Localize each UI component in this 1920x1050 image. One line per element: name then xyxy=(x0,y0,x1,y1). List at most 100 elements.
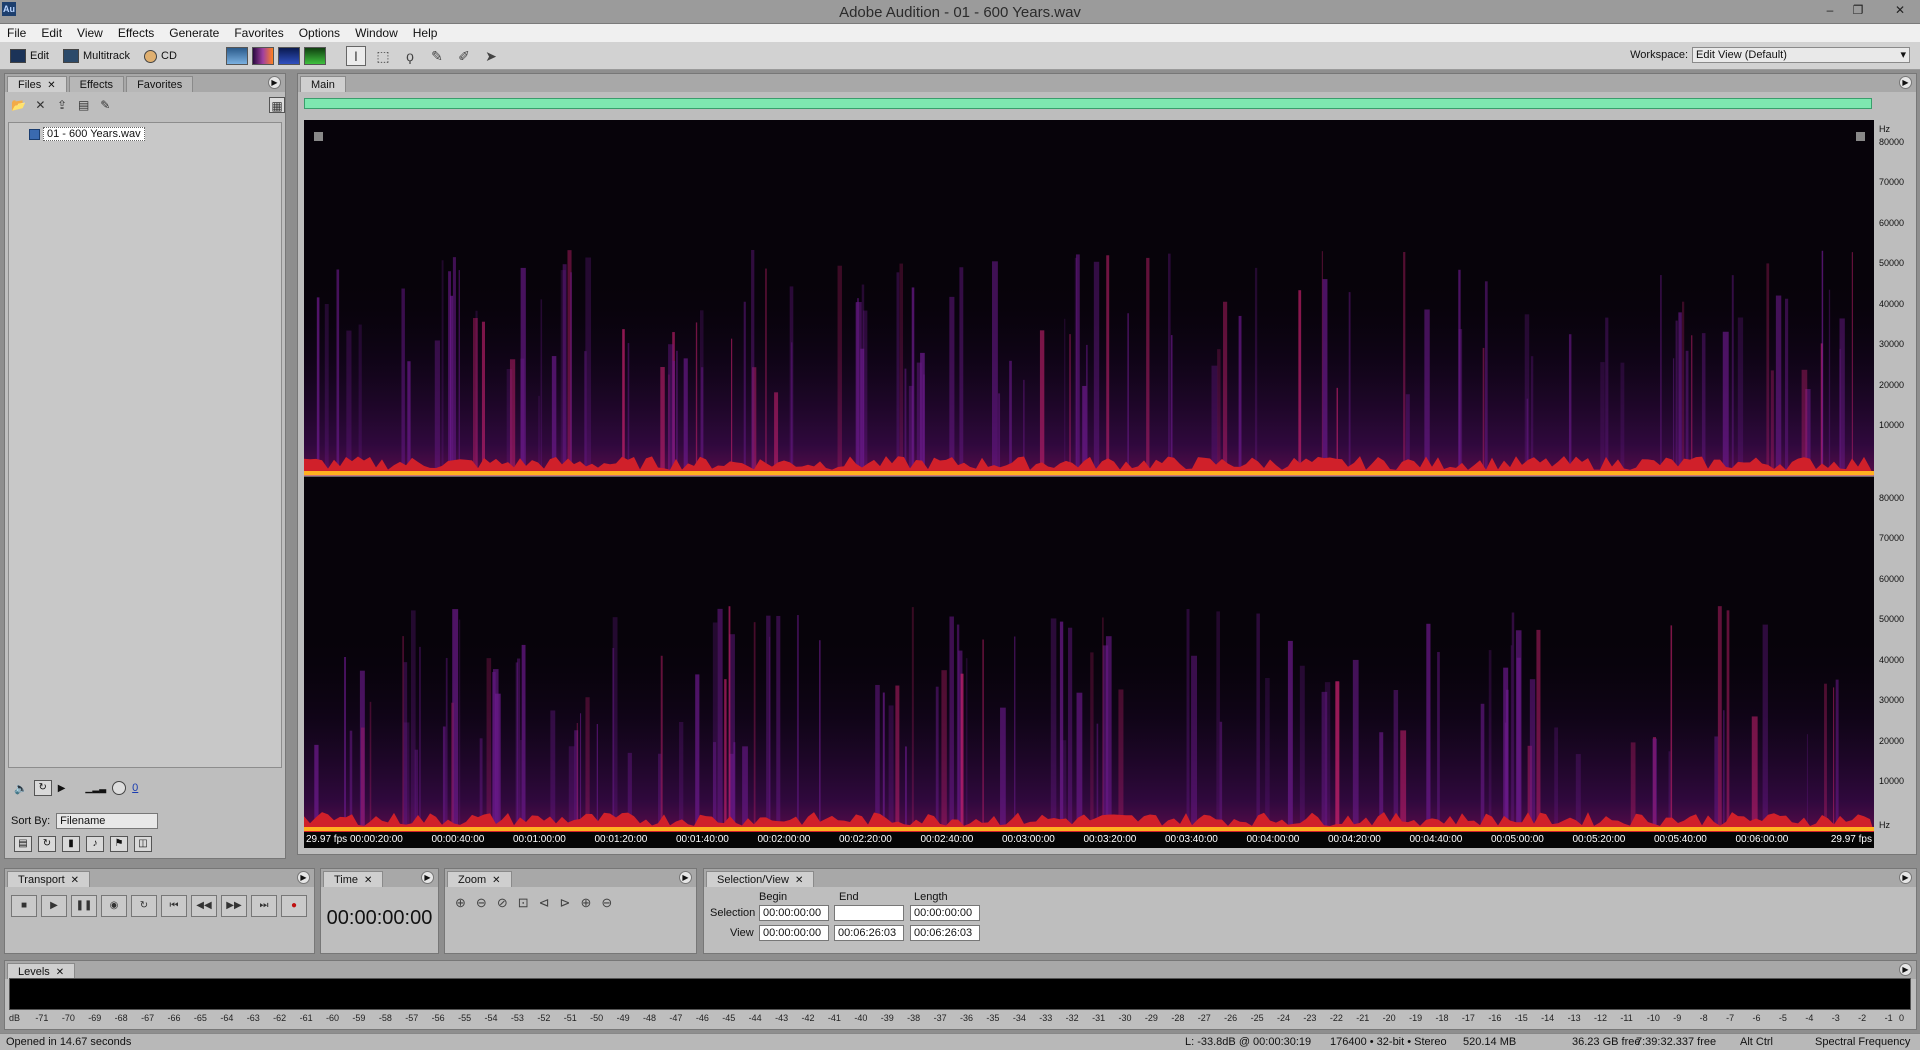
level-scale-label: -27 xyxy=(1197,1013,1211,1023)
close-tab-icon[interactable]: ✕ xyxy=(364,875,372,886)
scrub-tool-icon[interactable]: ➤ xyxy=(481,46,501,66)
menu-options[interactable]: Options xyxy=(292,26,348,40)
zoom-out-full-icon[interactable]: ⊘ xyxy=(497,895,508,911)
go-to-end-icon[interactable]: ⏭ xyxy=(251,895,277,917)
rewind-icon[interactable]: ◀◀ xyxy=(191,895,217,917)
zoom-corner-right-icon[interactable] xyxy=(1856,132,1865,141)
close-tab-icon[interactable]: ✕ xyxy=(47,80,55,91)
menu-file[interactable]: File xyxy=(0,26,34,40)
zoom-in-horizontal-icon[interactable]: ⊕ xyxy=(455,895,466,911)
spot-healing-brush-tool-icon[interactable]: ✐ xyxy=(454,46,474,66)
speaker-icon[interactable]: 🔈 xyxy=(14,782,28,795)
tab-effects[interactable]: Effects xyxy=(68,76,125,92)
level-scale-label: -40 xyxy=(854,1013,868,1023)
menu-effects[interactable]: Effects xyxy=(111,26,162,40)
zoom-out-vertical-icon[interactable]: ⊖ xyxy=(601,895,612,911)
stop-icon[interactable]: ■ xyxy=(11,895,37,917)
show-full-paths-icon[interactable]: ⚑ xyxy=(110,836,128,852)
zoom-to-left-icon[interactable]: ⊲ xyxy=(539,895,550,911)
tab-zoom[interactable]: Zoom ✕ xyxy=(447,871,512,887)
tab-favorites[interactable]: Favorites xyxy=(126,76,194,92)
marquee-selection-tool-icon[interactable]: ⬚ xyxy=(373,46,393,66)
panel-menu-icon[interactable]: ▶ xyxy=(1899,76,1912,89)
panel-menu-icon[interactable]: ▶ xyxy=(1899,871,1912,884)
close-icon[interactable]: ✕ xyxy=(1890,2,1910,18)
zoom-to-selection-icon[interactable]: ⊡ xyxy=(518,895,529,911)
panel-menu-icon[interactable]: ▶ xyxy=(268,76,281,89)
panel-menu-icon[interactable]: ▶ xyxy=(1899,963,1912,976)
go-to-beginning-icon[interactable]: ⏮ xyxy=(161,895,187,917)
spectral-phase-view-icon[interactable] xyxy=(304,47,326,65)
selection-end-field[interactable] xyxy=(834,905,904,921)
list-item[interactable]: 01 - 600 Years.wav xyxy=(29,127,145,141)
view-length-field[interactable]: 00:06:26:03 xyxy=(910,925,980,941)
pause-icon[interactable]: ❚❚ xyxy=(71,895,97,917)
selection-length-field[interactable]: 00:00:00:00 xyxy=(910,905,980,921)
zoom-to-right-icon[interactable]: ⊳ xyxy=(560,895,571,911)
menu-view[interactable]: View xyxy=(70,26,111,40)
time-selection-tool-icon[interactable]: I xyxy=(346,46,366,66)
view-end-field[interactable]: 00:06:26:03 xyxy=(834,925,904,941)
spectral-pan-view-icon[interactable] xyxy=(278,47,300,65)
spectral-frequency-display[interactable] xyxy=(304,120,1874,832)
record-icon[interactable]: ● xyxy=(281,895,307,917)
workspace-dropdown[interactable]: Edit View (Default) xyxy=(1692,47,1910,63)
close-tab-icon[interactable]: ✕ xyxy=(492,875,500,886)
tab-levels[interactable]: Levels ✕ xyxy=(7,963,76,979)
loop-icon[interactable]: ↻ xyxy=(131,895,157,917)
volume-knob-icon[interactable] xyxy=(112,781,127,795)
tab-files[interactable]: Files ✕ xyxy=(7,76,67,92)
open-file-icon[interactable]: 📂 xyxy=(11,97,27,113)
menu-favorites[interactable]: Favorites xyxy=(227,26,291,40)
effects-paintbrush-tool-icon[interactable]: ✎ xyxy=(427,46,447,66)
zoom-out-horizontal-icon[interactable]: ⊖ xyxy=(476,895,487,911)
import-file-icon[interactable]: ⇪ xyxy=(54,97,70,113)
panel-menu-icon[interactable]: ▶ xyxy=(679,871,692,884)
show-cue-icon[interactable]: ◫ xyxy=(134,836,152,852)
view-begin-field[interactable]: 00:00:00:00 xyxy=(759,925,829,941)
volume-value[interactable]: 0 xyxy=(132,782,138,794)
close-tab-icon[interactable]: ✕ xyxy=(71,875,79,886)
tab-time[interactable]: Time ✕ xyxy=(323,871,384,887)
show-options-icon[interactable]: ▦ xyxy=(269,97,286,113)
edit-file-icon[interactable]: ✎ xyxy=(98,97,114,113)
restore-icon[interactable]: ❐ xyxy=(1848,2,1868,18)
close-tab-icon[interactable]: ✕ xyxy=(795,875,803,886)
play-icon[interactable]: ▶ xyxy=(41,895,67,917)
sort-by-dropdown[interactable]: Filename xyxy=(56,813,159,829)
menu-generate[interactable]: Generate xyxy=(162,26,227,40)
panel-menu-icon[interactable]: ▶ xyxy=(421,871,434,884)
multitrack-view-button[interactable]: Multitrack xyxy=(62,49,130,63)
cd-view-button[interactable]: CD xyxy=(144,49,177,63)
zoom-in-vertical-icon[interactable]: ⊕ xyxy=(580,895,591,911)
overview-bar[interactable] xyxy=(304,98,1872,109)
waveform-view-icon[interactable] xyxy=(226,47,248,65)
edit-view-button[interactable]: Edit xyxy=(10,49,49,63)
minimize-icon[interactable]: – xyxy=(1820,2,1840,18)
play-preview-icon[interactable]: ▶ xyxy=(58,783,66,794)
show-midi-icon[interactable]: ♪ xyxy=(86,836,104,852)
loop-preview-icon[interactable]: ↻ xyxy=(33,780,52,796)
tab-selection-view[interactable]: Selection/View ✕ xyxy=(706,871,815,887)
menu-help[interactable]: Help xyxy=(406,26,446,40)
play-from-cursor-icon[interactable]: ◉ xyxy=(101,895,127,917)
level-scale-label: -22 xyxy=(1329,1013,1343,1023)
show-video-icon[interactable]: ▮ xyxy=(62,836,80,852)
show-wave-files-icon[interactable]: ▤ xyxy=(14,836,32,852)
tab-main[interactable]: Main xyxy=(300,76,346,92)
insert-multitrack-icon[interactable]: ▤ xyxy=(76,97,92,113)
menu-window[interactable]: Window xyxy=(348,26,406,40)
lasso-selection-tool-icon[interactable]: ϙ xyxy=(400,46,420,66)
level-scale-label: -65 xyxy=(193,1013,207,1023)
close-file-icon[interactable]: ✕ xyxy=(33,97,49,113)
close-tab-icon[interactable]: ✕ xyxy=(56,967,64,978)
selection-begin-field[interactable]: 00:00:00:00 xyxy=(759,905,829,921)
tab-transport[interactable]: Transport ✕ xyxy=(7,871,91,887)
panel-menu-icon[interactable]: ▶ xyxy=(297,871,310,884)
show-loops-icon[interactable]: ↻ xyxy=(38,836,56,852)
spectral-frequency-view-icon[interactable] xyxy=(252,47,274,65)
fast-forward-icon[interactable]: ▶▶ xyxy=(221,895,247,917)
time-ruler[interactable]: 29.97 fps 29.97 fps 00:00:20:00 00:00:40:… xyxy=(304,832,1874,848)
menu-edit[interactable]: Edit xyxy=(34,26,70,40)
zoom-corner-left-icon[interactable] xyxy=(314,132,323,141)
